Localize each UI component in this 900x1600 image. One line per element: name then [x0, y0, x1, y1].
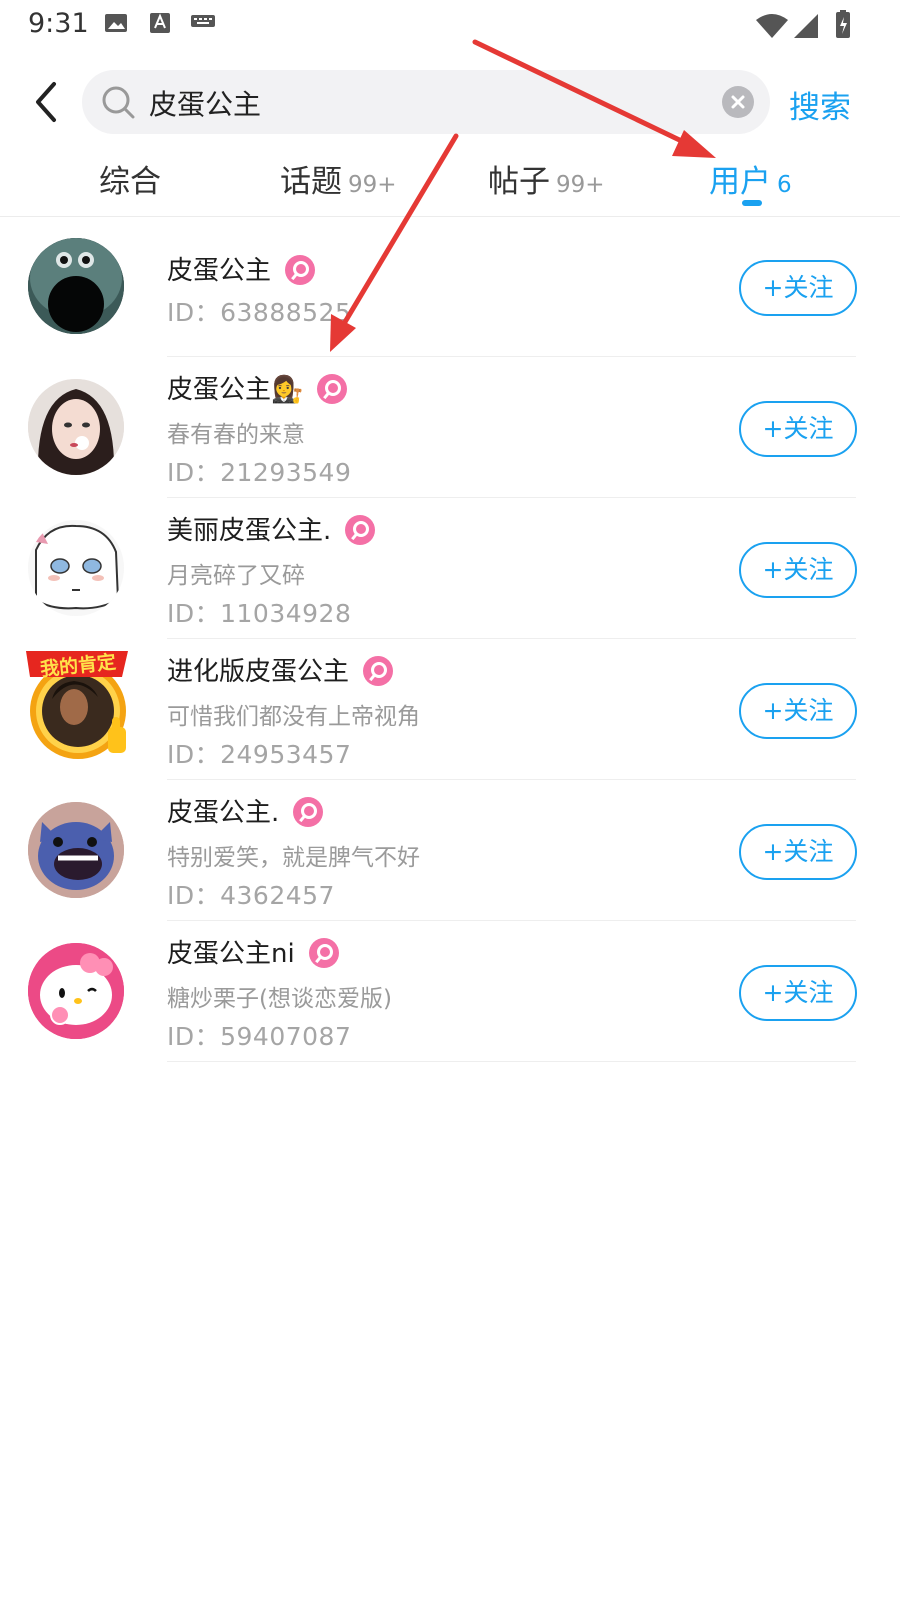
user-name-text: 美丽皮蛋公主. [167, 516, 332, 546]
avatar-image [28, 520, 124, 616]
image-notification-icon [105, 14, 127, 32]
user-name-text: 进化版皮蛋公主 [167, 657, 350, 687]
status-right-icons [756, 10, 876, 44]
keyboard-notification-icon [191, 15, 215, 27]
follow-button[interactable]: +关注 [739, 401, 857, 457]
tab-users[interactable]: 用户 6 [709, 156, 792, 201]
user-bio: 特别爱笑，就是脾气不好 [167, 845, 420, 871]
tab-topics[interactable]: 话题 99+ [280, 156, 397, 201]
user-id: ID：21293549 [167, 458, 352, 487]
female-icon [285, 254, 316, 285]
tab-label: 综合 [99, 164, 161, 200]
female-icon [363, 655, 394, 686]
user-bio: 春有春的来意 [167, 422, 305, 448]
user-bio: 可惜我们都没有上帝视角 [167, 704, 420, 730]
user-bio: 月亮碎了又碎 [167, 563, 305, 589]
female-icon [317, 373, 348, 404]
active-tab-indicator [742, 200, 762, 206]
tab-label: 用户 [709, 164, 771, 200]
clear-search-icon[interactable] [722, 86, 754, 118]
tab-posts[interactable]: 帖子 99+ [488, 156, 605, 201]
search-icon [102, 86, 135, 119]
tab-count: 99+ [348, 172, 397, 198]
back-arrow-icon[interactable] [28, 80, 68, 124]
tab-count: 6 [777, 172, 792, 198]
font-notification-icon [150, 13, 170, 33]
user-id: ID：63888525 [167, 298, 352, 327]
search-input[interactable]: 皮蛋公主 [149, 83, 261, 123]
user-name[interactable]: 进化版皮蛋公主 [167, 651, 394, 688]
avatar[interactable]: 我的肯定 [22, 643, 132, 761]
user-name-text: 皮蛋公主ni [167, 939, 295, 969]
status-time: 9:31 [28, 8, 89, 39]
user-name[interactable]: 皮蛋公主👩‍⚖️ [167, 369, 348, 406]
avatar-image [28, 802, 124, 898]
user-name[interactable]: 皮蛋公主 [167, 250, 316, 287]
user-row[interactable]: 我的肯定 进化版皮蛋公主 可惜我们都没有上帝视角 ID：24953457 +关注 [0, 639, 900, 780]
user-name-text: 皮蛋公主. [167, 798, 280, 828]
follow-button[interactable]: +关注 [739, 824, 857, 880]
search-box[interactable]: 皮蛋公主 [82, 70, 770, 134]
user-row[interactable]: 皮蛋公主👩‍⚖️ 春有春的来意 ID：21293549 +关注 [0, 357, 900, 498]
avatar-image [28, 238, 124, 334]
name-emoji: 👩‍⚖️ [271, 375, 304, 405]
user-name-text: 皮蛋公主 [167, 375, 272, 405]
user-name[interactable]: 皮蛋公主ni [167, 933, 339, 970]
avatar-image [28, 379, 124, 475]
follow-button[interactable]: +关注 [739, 683, 857, 739]
female-icon [293, 796, 324, 827]
divider [167, 1061, 856, 1062]
avatar-image [28, 943, 124, 1039]
status-bar: 9:31 [0, 0, 900, 52]
user-id: ID：24953457 [167, 740, 352, 769]
signal-battery-icons [756, 10, 850, 38]
wifi-icon [756, 14, 788, 38]
user-row[interactable]: 美丽皮蛋公主. 月亮碎了又碎 ID：11034928 +关注 [0, 498, 900, 639]
follow-button[interactable]: +关注 [739, 260, 857, 316]
user-name-text: 皮蛋公主 [167, 256, 272, 286]
follow-button[interactable]: +关注 [739, 542, 857, 598]
avatar[interactable] [28, 802, 124, 898]
avatar[interactable] [28, 520, 124, 616]
tab-label: 帖子 [488, 164, 550, 200]
user-row[interactable]: 皮蛋公主. 特别爱笑，就是脾气不好 ID：4362457 +关注 [0, 780, 900, 921]
close-icon [731, 95, 745, 109]
follow-button[interactable]: +关注 [739, 965, 857, 1021]
user-name[interactable]: 美丽皮蛋公主. [167, 510, 376, 547]
search-button[interactable]: 搜索 [789, 82, 851, 127]
user-name[interactable]: 皮蛋公主. [167, 792, 324, 829]
tab-count: 99+ [556, 172, 605, 198]
user-id: ID：59407087 [167, 1022, 352, 1051]
tab-label: 话题 [280, 164, 342, 200]
user-row[interactable]: 皮蛋公主ni 糖炒栗子(想谈恋爱版) ID：59407087 +关注 [0, 921, 900, 1062]
avatar[interactable] [28, 943, 124, 1039]
user-id: ID：11034928 [167, 599, 352, 628]
tab-overview[interactable]: 综合 [99, 156, 161, 201]
avatar[interactable] [28, 379, 124, 475]
user-bio: 糖炒栗子(想谈恋爱版) [167, 986, 392, 1012]
result-tabs: 综合 话题 99+ 帖子 99+ 用户 6 [0, 150, 900, 217]
cellular-signal-icon [794, 14, 818, 38]
user-id: ID：4362457 [167, 881, 335, 910]
avatar[interactable] [28, 238, 124, 334]
female-icon [308, 937, 339, 968]
female-icon [345, 514, 376, 545]
user-row[interactable]: 皮蛋公主 ID：63888525 +关注 [0, 216, 900, 357]
